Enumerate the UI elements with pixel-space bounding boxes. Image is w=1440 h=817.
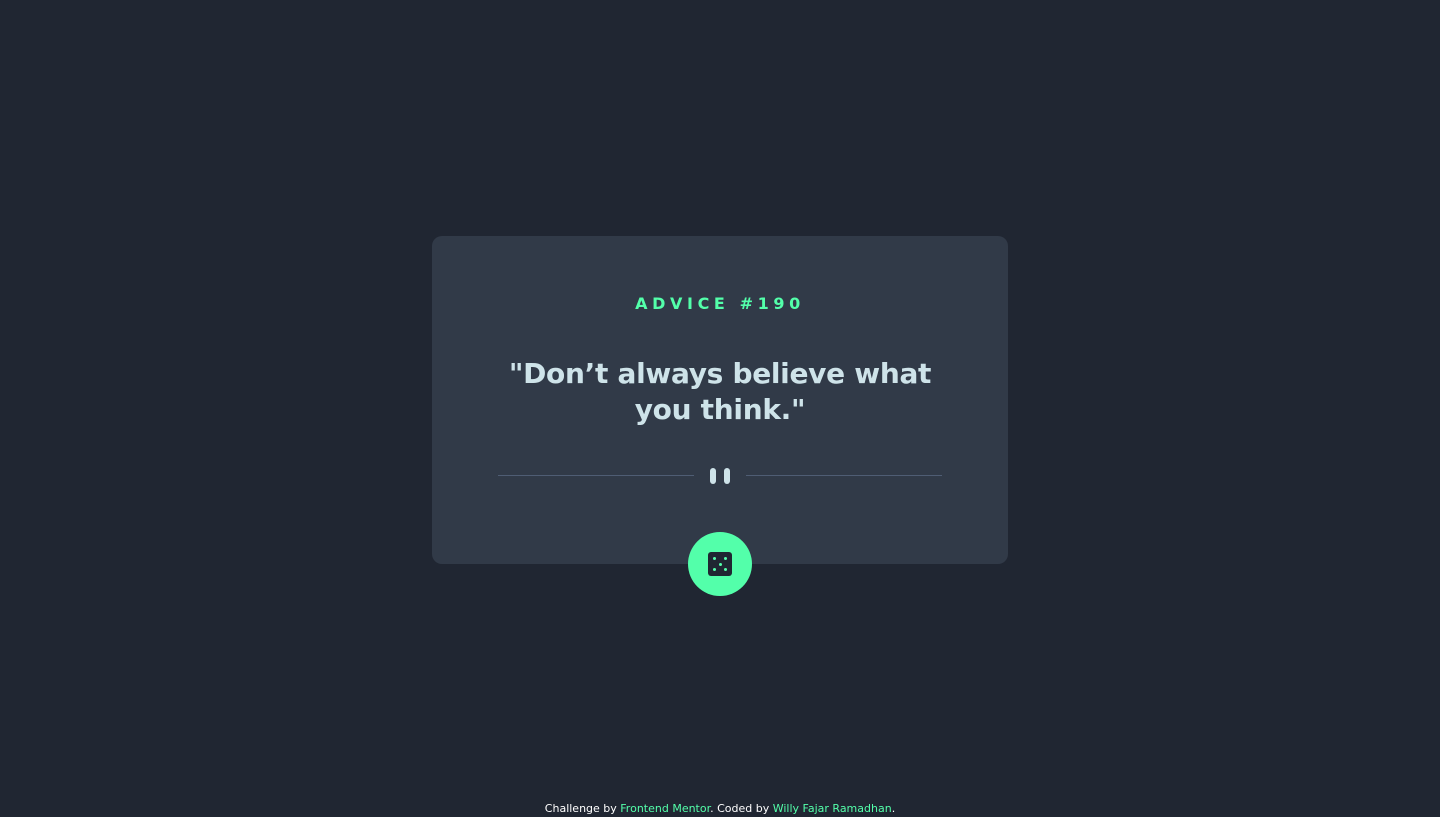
divider-line-right — [746, 475, 942, 476]
advice-id: ADVICE #190 — [635, 294, 805, 313]
attribution: Challenge by Frontend Mentor. Coded by W… — [0, 802, 1440, 816]
new-advice-button[interactable] — [688, 532, 752, 596]
advice-card: ADVICE #190 "Don’t always believe what y… — [432, 236, 1008, 564]
attribution-suffix: . — [891, 802, 896, 815]
divider — [498, 468, 942, 484]
author-link[interactable]: Willy Fajar Ramadhan — [773, 802, 892, 815]
attribution-middle: . Coded by — [710, 802, 770, 815]
frontend-mentor-link[interactable]: Frontend Mentor — [620, 802, 710, 815]
pause-quote-icon — [710, 468, 730, 484]
divider-line-left — [498, 475, 694, 476]
attribution-prefix: Challenge by — [544, 802, 617, 815]
dice-icon — [708, 552, 732, 576]
advice-quote: "Don’t always believe what you think." — [508, 357, 932, 426]
page: ADVICE #190 "Don’t always believe what y… — [0, 0, 1440, 817]
